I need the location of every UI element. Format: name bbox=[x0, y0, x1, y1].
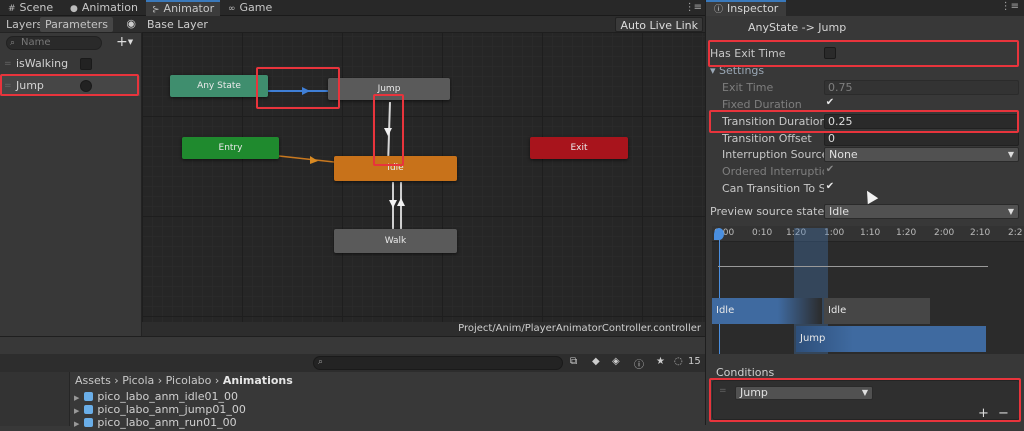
list-item[interactable]: ▶ pico_labo_anm_run01_00 bbox=[74, 416, 237, 429]
project-folder-tree[interactable] bbox=[0, 372, 70, 426]
playhead-marker[interactable] bbox=[714, 228, 724, 240]
state-entry[interactable]: Entry bbox=[182, 137, 279, 159]
ordered-interruption-checkbox[interactable]: ✔ bbox=[824, 165, 836, 177]
parameter-search-input[interactable]: ⌕ Name bbox=[6, 36, 102, 50]
expand-triangle-icon[interactable]: ▶ bbox=[74, 420, 79, 428]
arrow-head bbox=[389, 200, 397, 208]
curve-line bbox=[718, 266, 988, 267]
clock-icon: ● bbox=[70, 4, 78, 14]
info-icon: ⓘ bbox=[714, 5, 724, 15]
transition-offset-field[interactable]: 0 bbox=[824, 131, 1019, 146]
playhead-line bbox=[719, 240, 720, 354]
inspector-tab-bar: ⓘ Inspector ⋮≡ bbox=[706, 0, 1024, 16]
gamepad-icon: ∞ bbox=[228, 4, 236, 14]
expand-triangle-icon[interactable]: ▶ bbox=[74, 407, 79, 415]
timeline-bar-jump[interactable]: Jump bbox=[796, 326, 986, 352]
list-item[interactable]: ▶ pico_labo_anm_jump01_00 bbox=[74, 403, 246, 416]
menu-icon[interactable]: ⋮≡ bbox=[1001, 1, 1019, 12]
info-icon[interactable]: ⓘ bbox=[634, 356, 644, 371]
tab-scene[interactable]: # Scene bbox=[2, 0, 59, 16]
drag-handle-icon[interactable]: = bbox=[4, 54, 12, 74]
animator-icon: ⊱ bbox=[152, 5, 160, 15]
highlight-box bbox=[256, 67, 340, 109]
exit-time-field[interactable]: 0.75 bbox=[824, 80, 1019, 95]
project-breadcrumb: Assets › Picola › Picolabo › Animations bbox=[75, 374, 293, 387]
animator-graph[interactable]: Base Layer Auto Live Link Any State Jump… bbox=[142, 16, 705, 336]
model-icon bbox=[84, 418, 94, 427]
highlight-box bbox=[709, 378, 1021, 422]
expand-triangle-icon[interactable]: ▶ bbox=[74, 394, 79, 402]
project-search-input[interactable]: ⌕ bbox=[313, 356, 563, 370]
timeline-bar-idle-source[interactable]: Idle bbox=[712, 298, 822, 324]
chevron-down-icon: ▼ bbox=[127, 38, 134, 46]
layers-parameters-tabs: Layers Parameters ◉ bbox=[0, 16, 142, 33]
fixed-duration-checkbox[interactable]: ✔ bbox=[824, 98, 836, 110]
scene-filter-icon[interactable]: ⧉ bbox=[570, 356, 577, 367]
tab-animator[interactable]: ⊱ Animator bbox=[146, 0, 221, 16]
list-item[interactable]: ▶ pico_labo_anm_idle01_00 bbox=[74, 390, 238, 403]
project-toolbar: ⌕ ⧉ ◆ ◈ ⓘ ★ ◌ 15 bbox=[0, 354, 705, 372]
tab-game[interactable]: ∞ Game bbox=[222, 0, 278, 16]
editor-tab-bar: # Scene ● Animation ⊱ Animator ∞ Game ⋮≡ bbox=[0, 0, 705, 16]
preview-source-state-row: Preview source state Idle ▼ bbox=[706, 203, 1024, 220]
tab-parameters[interactable]: Parameters bbox=[40, 17, 113, 32]
bool-checkbox[interactable] bbox=[80, 58, 92, 70]
state-any-state[interactable]: Any State bbox=[170, 75, 268, 97]
timeline-bar-idle-next[interactable]: Idle bbox=[824, 298, 930, 324]
transition-arrow-entry-idle bbox=[278, 155, 335, 163]
tab-inspector[interactable]: ⓘ Inspector bbox=[706, 0, 787, 16]
model-icon bbox=[84, 405, 94, 414]
menu-icon[interactable]: ⋮≡ bbox=[685, 2, 702, 13]
controller-path: Project/Anim/PlayerAnimatorController.co… bbox=[142, 322, 705, 336]
state-exit[interactable]: Exit bbox=[530, 137, 628, 159]
state-walk[interactable]: Walk bbox=[334, 229, 457, 253]
type-filter-icon[interactable]: ◆ bbox=[592, 356, 600, 367]
highlight-box bbox=[709, 110, 1019, 133]
transition-timeline[interactable]: 0:00 0:10 1:20 1:00 1:10 1:20 2:00 2:10 … bbox=[712, 226, 1024, 354]
highlight-box bbox=[708, 40, 1019, 67]
search-icon: ⌕ bbox=[318, 357, 324, 367]
can-transition-to-self-checkbox[interactable]: ✔ bbox=[824, 182, 836, 194]
transition-title: AnyState -> Jump bbox=[748, 21, 847, 34]
model-icon bbox=[84, 392, 94, 401]
project-panel: ⌕ ⧉ ◆ ◈ ⓘ ★ ◌ 15 Assets › Picola › Picol… bbox=[0, 336, 705, 429]
add-parameter-button[interactable]: +▼ bbox=[116, 34, 133, 50]
interruption-source-row: Interruption Source None ▼ bbox=[706, 146, 1024, 163]
timeline-ruler: 0:00 0:10 1:20 1:00 1:10 1:20 2:00 2:10 … bbox=[712, 226, 1024, 242]
grid-icon: # bbox=[8, 4, 16, 14]
highlight-box bbox=[373, 94, 404, 166]
hidden-count: 15 bbox=[688, 356, 701, 367]
label-filter-icon[interactable]: ◈ bbox=[612, 356, 620, 367]
search-icon: ⌕ bbox=[10, 38, 16, 48]
exit-time-row: Exit Time 0.75 bbox=[706, 79, 1024, 96]
ordered-interruption-row: Ordered Interruption ✔ bbox=[722, 164, 836, 179]
eye-icon[interactable]: ◉ bbox=[126, 17, 136, 30]
preview-source-state-dropdown[interactable]: Idle ▼ bbox=[824, 204, 1019, 219]
favorite-star-icon[interactable]: ★ bbox=[656, 356, 665, 367]
chevron-down-icon: ▼ bbox=[1007, 207, 1014, 216]
arrow-head bbox=[397, 198, 405, 206]
parameters-panel: Layers Parameters ◉ ⌕ Name +▼ = isWalkin… bbox=[0, 16, 142, 336]
hidden-eye-icon[interactable]: ◌ bbox=[674, 356, 683, 367]
interruption-source-dropdown[interactable]: None ▼ bbox=[824, 147, 1019, 162]
highlight-box bbox=[0, 74, 139, 96]
chevron-down-icon: ▼ bbox=[1007, 150, 1014, 159]
parameter-row[interactable]: = isWalking bbox=[0, 54, 140, 74]
tab-animation[interactable]: ● Animation bbox=[64, 0, 144, 16]
